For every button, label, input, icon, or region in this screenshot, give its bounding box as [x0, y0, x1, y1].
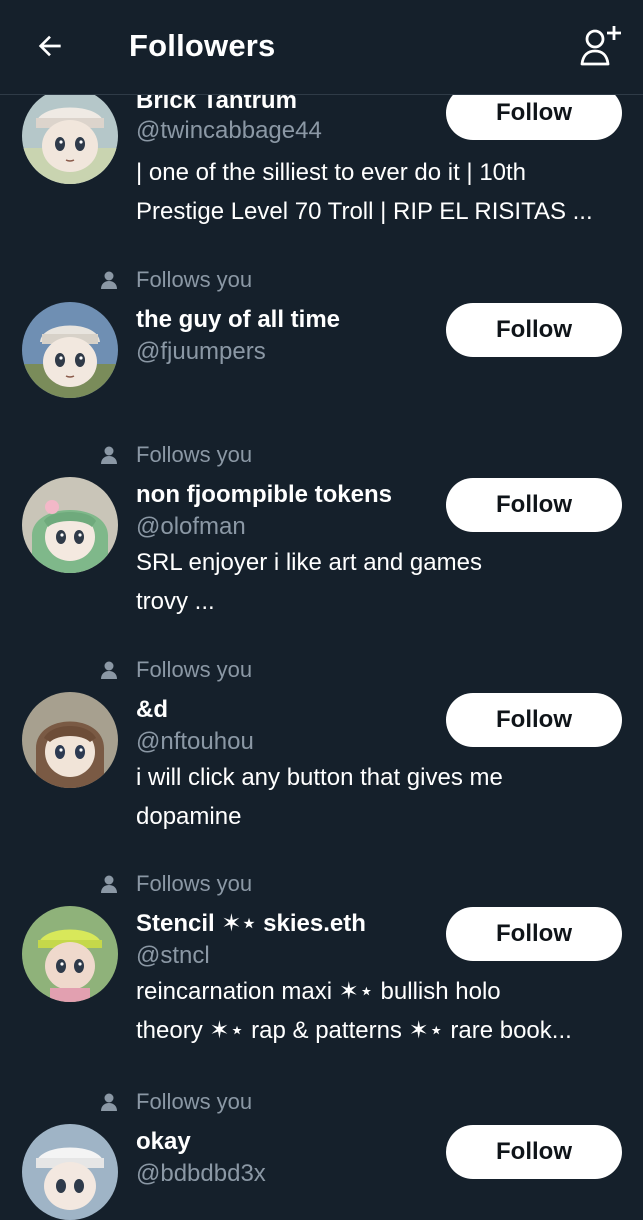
display-name[interactable]: the guy of all time — [136, 305, 340, 335]
follow-button[interactable]: Follow — [446, 1125, 622, 1179]
avatar[interactable] — [22, 477, 118, 573]
handle[interactable]: @nftouhou — [136, 727, 254, 757]
handle[interactable]: @olofman — [136, 512, 246, 542]
display-name[interactable]: Stencil ✶⋆ skies.eth — [136, 909, 366, 939]
follow-button[interactable]: Follow — [446, 907, 622, 961]
bio-line: i will click any button that gives me — [136, 764, 503, 791]
arrow-left-icon — [38, 35, 61, 57]
bio-line: | one of the silliest to ever do it | 10… — [136, 159, 527, 186]
display-name[interactable]: &d — [136, 695, 168, 725]
follows-you-indicator: Follows you — [98, 1088, 252, 1116]
bio: SRL enjoyer i like art and games trovy .… — [136, 543, 631, 621]
person-icon — [98, 659, 120, 681]
top-bar: Followers — [0, 0, 643, 95]
follow-button[interactable]: Follow — [446, 478, 622, 532]
display-name[interactable]: non fjoompible tokens — [136, 480, 392, 510]
person-icon — [98, 873, 120, 895]
person-icon — [98, 444, 120, 466]
avatar[interactable] — [22, 302, 118, 398]
handle[interactable]: @bdbdbd3x — [136, 1159, 266, 1189]
follows-you-label: Follows you — [136, 442, 253, 467]
avatar[interactable] — [22, 906, 118, 1002]
person-icon — [98, 269, 120, 291]
add-user-button[interactable] — [575, 18, 629, 72]
bio-line: trovy ... — [136, 588, 215, 615]
follows-you-indicator: Follows you — [98, 441, 252, 469]
bio-line: Prestige Level 70 Troll | RIP EL RISITAS… — [136, 198, 593, 225]
back-button[interactable] — [26, 22, 74, 70]
person-icon — [98, 1091, 120, 1113]
bio-line: dopamine — [136, 803, 242, 830]
avatar[interactable] — [22, 692, 118, 788]
bio: | one of the silliest to ever do it | 10… — [136, 153, 631, 231]
follows-you-label: Follows you — [136, 267, 253, 292]
bio-line: theory ✶⋆ rap & patterns ✶⋆ rare book... — [136, 1017, 572, 1044]
follows-you-label: Follows you — [136, 1089, 253, 1114]
handle[interactable]: @stncl — [136, 941, 210, 971]
follow-button[interactable]: Follow — [446, 693, 622, 747]
bio-line: SRL enjoyer i like art and games — [136, 549, 482, 576]
follows-you-indicator: Follows you — [98, 870, 252, 898]
follows-you-label: Follows you — [136, 657, 253, 682]
add-user-icon — [580, 26, 621, 66]
avatar[interactable] — [22, 1124, 118, 1220]
follow-button[interactable]: Follow — [446, 303, 622, 357]
handle[interactable]: @fjuumpers — [136, 337, 266, 367]
follows-you-indicator: Follows you — [98, 266, 252, 294]
follows-you-label: Follows you — [136, 871, 253, 896]
handle[interactable]: @twincabbage44 — [136, 116, 322, 146]
bio-line: reincarnation maxi ✶⋆ bullish holo — [136, 978, 501, 1005]
bio: reincarnation maxi ✶⋆ bullish holo theor… — [136, 972, 631, 1050]
display-name[interactable]: okay — [136, 1127, 191, 1157]
page-title: Followers — [129, 28, 276, 63]
follows-you-indicator: Follows you — [98, 656, 252, 684]
bio: i will click any button that gives me do… — [136, 758, 631, 836]
avatar[interactable] — [22, 88, 118, 184]
